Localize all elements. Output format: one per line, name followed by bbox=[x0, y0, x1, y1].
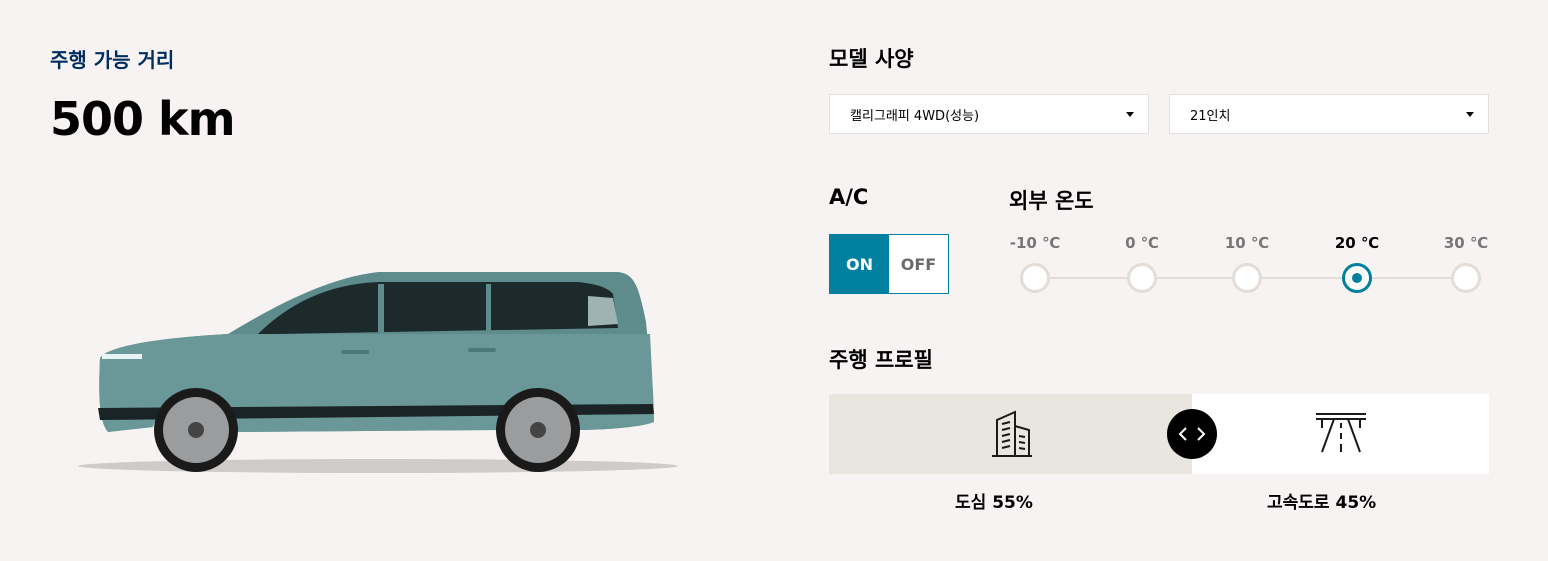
temp-label: 0 ℃ bbox=[1125, 234, 1159, 252]
range-value: 500 km bbox=[50, 92, 236, 146]
temp-option-radio[interactable] bbox=[1232, 263, 1262, 293]
highway-share-text: 고속도로 45% bbox=[1267, 488, 1376, 513]
temp-label-selected: 20 ℃ bbox=[1334, 234, 1380, 252]
temp-label: 30 ℃ bbox=[1443, 234, 1489, 252]
wheel-select[interactable]: 21인치 bbox=[1169, 94, 1489, 134]
ac-toggle[interactable]: ON OFF bbox=[829, 234, 949, 294]
trim-select[interactable]: 캘리그래피 4WD(성능) bbox=[829, 94, 1149, 134]
temp-option-radio[interactable] bbox=[1451, 263, 1481, 293]
highway-icon bbox=[1316, 413, 1366, 453]
city-buildings-icon bbox=[992, 410, 1032, 457]
temp-label: 10 ℃ bbox=[1224, 234, 1270, 252]
slider-arrows-icon bbox=[1178, 427, 1206, 441]
city-percent: 55% bbox=[992, 493, 1033, 513]
ac-title: A/C bbox=[829, 185, 869, 209]
temp-label: -10 ℃ bbox=[1009, 234, 1061, 252]
vehicle-image bbox=[78, 272, 678, 473]
temp-option-radio[interactable] bbox=[1127, 263, 1157, 293]
model-spec-title: 모델 사양 bbox=[829, 47, 914, 71]
trim-select-value: 캘리그래피 4WD(성능) bbox=[850, 108, 980, 124]
dropdown-caret-icon bbox=[1466, 112, 1474, 117]
range-label: 주행 가능 거리 bbox=[50, 48, 175, 72]
highway-label: 고속도로 bbox=[1267, 493, 1330, 513]
temp-option-radio[interactable] bbox=[1020, 263, 1050, 293]
city-share-text: 도심 55% bbox=[955, 488, 1033, 513]
city-label: 도심 bbox=[955, 493, 987, 513]
ac-off-button[interactable]: OFF bbox=[889, 235, 948, 293]
temp-option-radio-selected[interactable] bbox=[1342, 263, 1372, 293]
outside-temp-title: 외부 온도 bbox=[1009, 189, 1094, 213]
highway-percent: 45% bbox=[1335, 493, 1377, 513]
dropdown-caret-icon bbox=[1126, 112, 1134, 117]
driving-profile-title: 주행 프로필 bbox=[829, 348, 933, 372]
wheel-select-value: 21인치 bbox=[1190, 108, 1231, 124]
driving-profile-slider[interactable] bbox=[829, 394, 1489, 474]
ac-on-button[interactable]: ON bbox=[830, 235, 889, 293]
profile-slider-handle[interactable] bbox=[1167, 409, 1217, 459]
